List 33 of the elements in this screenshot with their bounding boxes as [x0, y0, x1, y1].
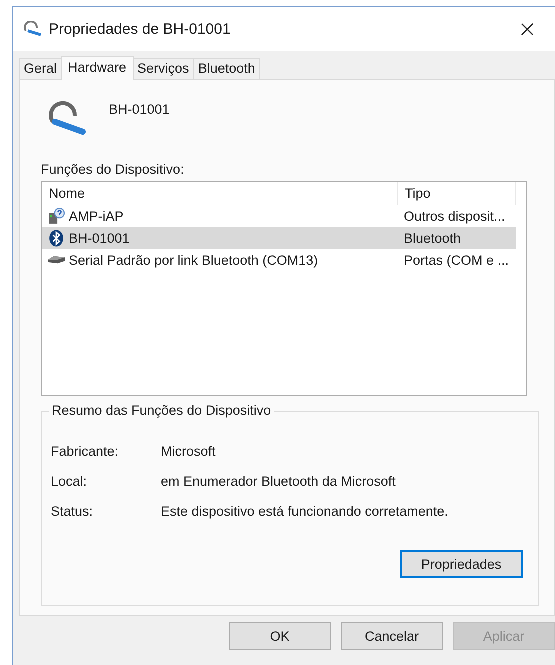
- group-title: Resumo das Funções do Dispositivo: [49, 403, 274, 418]
- serial-port-icon: [48, 256, 65, 264]
- bluetooth-icon: [48, 230, 65, 246]
- cell-text: Outros disposit...: [404, 208, 506, 224]
- dialog-button[interactable]: Cancelar: [341, 622, 443, 650]
- field-value: Microsoft: [161, 444, 216, 458]
- close-icon[interactable]: [521, 22, 534, 36]
- cell-text: Serial Padrão por link Bluetooth (COM13): [69, 252, 318, 268]
- properties-button[interactable]: Propriedades: [400, 550, 523, 578]
- cell-text: BH-01001: [69, 230, 130, 246]
- section-label: Funções do Dispositivo:: [41, 162, 186, 179]
- headset-icon: [23, 21, 43, 37]
- list-row[interactable]: BH-01001 Bluetooth: [42, 227, 516, 249]
- cell-text: Portas (COM e ...: [404, 252, 510, 268]
- window-title: Propriedades de BH-01001: [49, 20, 232, 38]
- tab[interactable]: Bluetooth: [193, 58, 260, 79]
- device-question-icon: [48, 208, 65, 224]
- field-label: Fabricante:: [51, 444, 120, 458]
- list-row[interactable]: Serial Padrão por link Bluetooth (COM13) Portas (COM e ...: [42, 249, 516, 271]
- field-label: Local:: [51, 474, 88, 488]
- cell-text: AMP-iAP: [69, 208, 124, 224]
- tab[interactable]: Hardware: [61, 56, 134, 80]
- cell-text: Bluetooth: [404, 230, 462, 246]
- tab[interactable]: Geral: [19, 58, 62, 79]
- field-value: Este dispositivo está funcionando corretamente.: [161, 504, 448, 518]
- field-label: Status:: [51, 504, 94, 518]
- tab[interactable]: Serviços: [132, 58, 194, 79]
- dialog-button[interactable]: OK: [229, 622, 331, 650]
- column-header[interactable]: Tipo: [398, 182, 516, 205]
- column-header[interactable]: Nome: [42, 182, 398, 205]
- field-value: em Enumerador Bluetooth da Microsoft: [161, 474, 396, 488]
- device-name: BH-01001: [109, 102, 170, 117]
- list-row[interactable]: AMP-iAP Outros disposit...: [42, 205, 516, 227]
